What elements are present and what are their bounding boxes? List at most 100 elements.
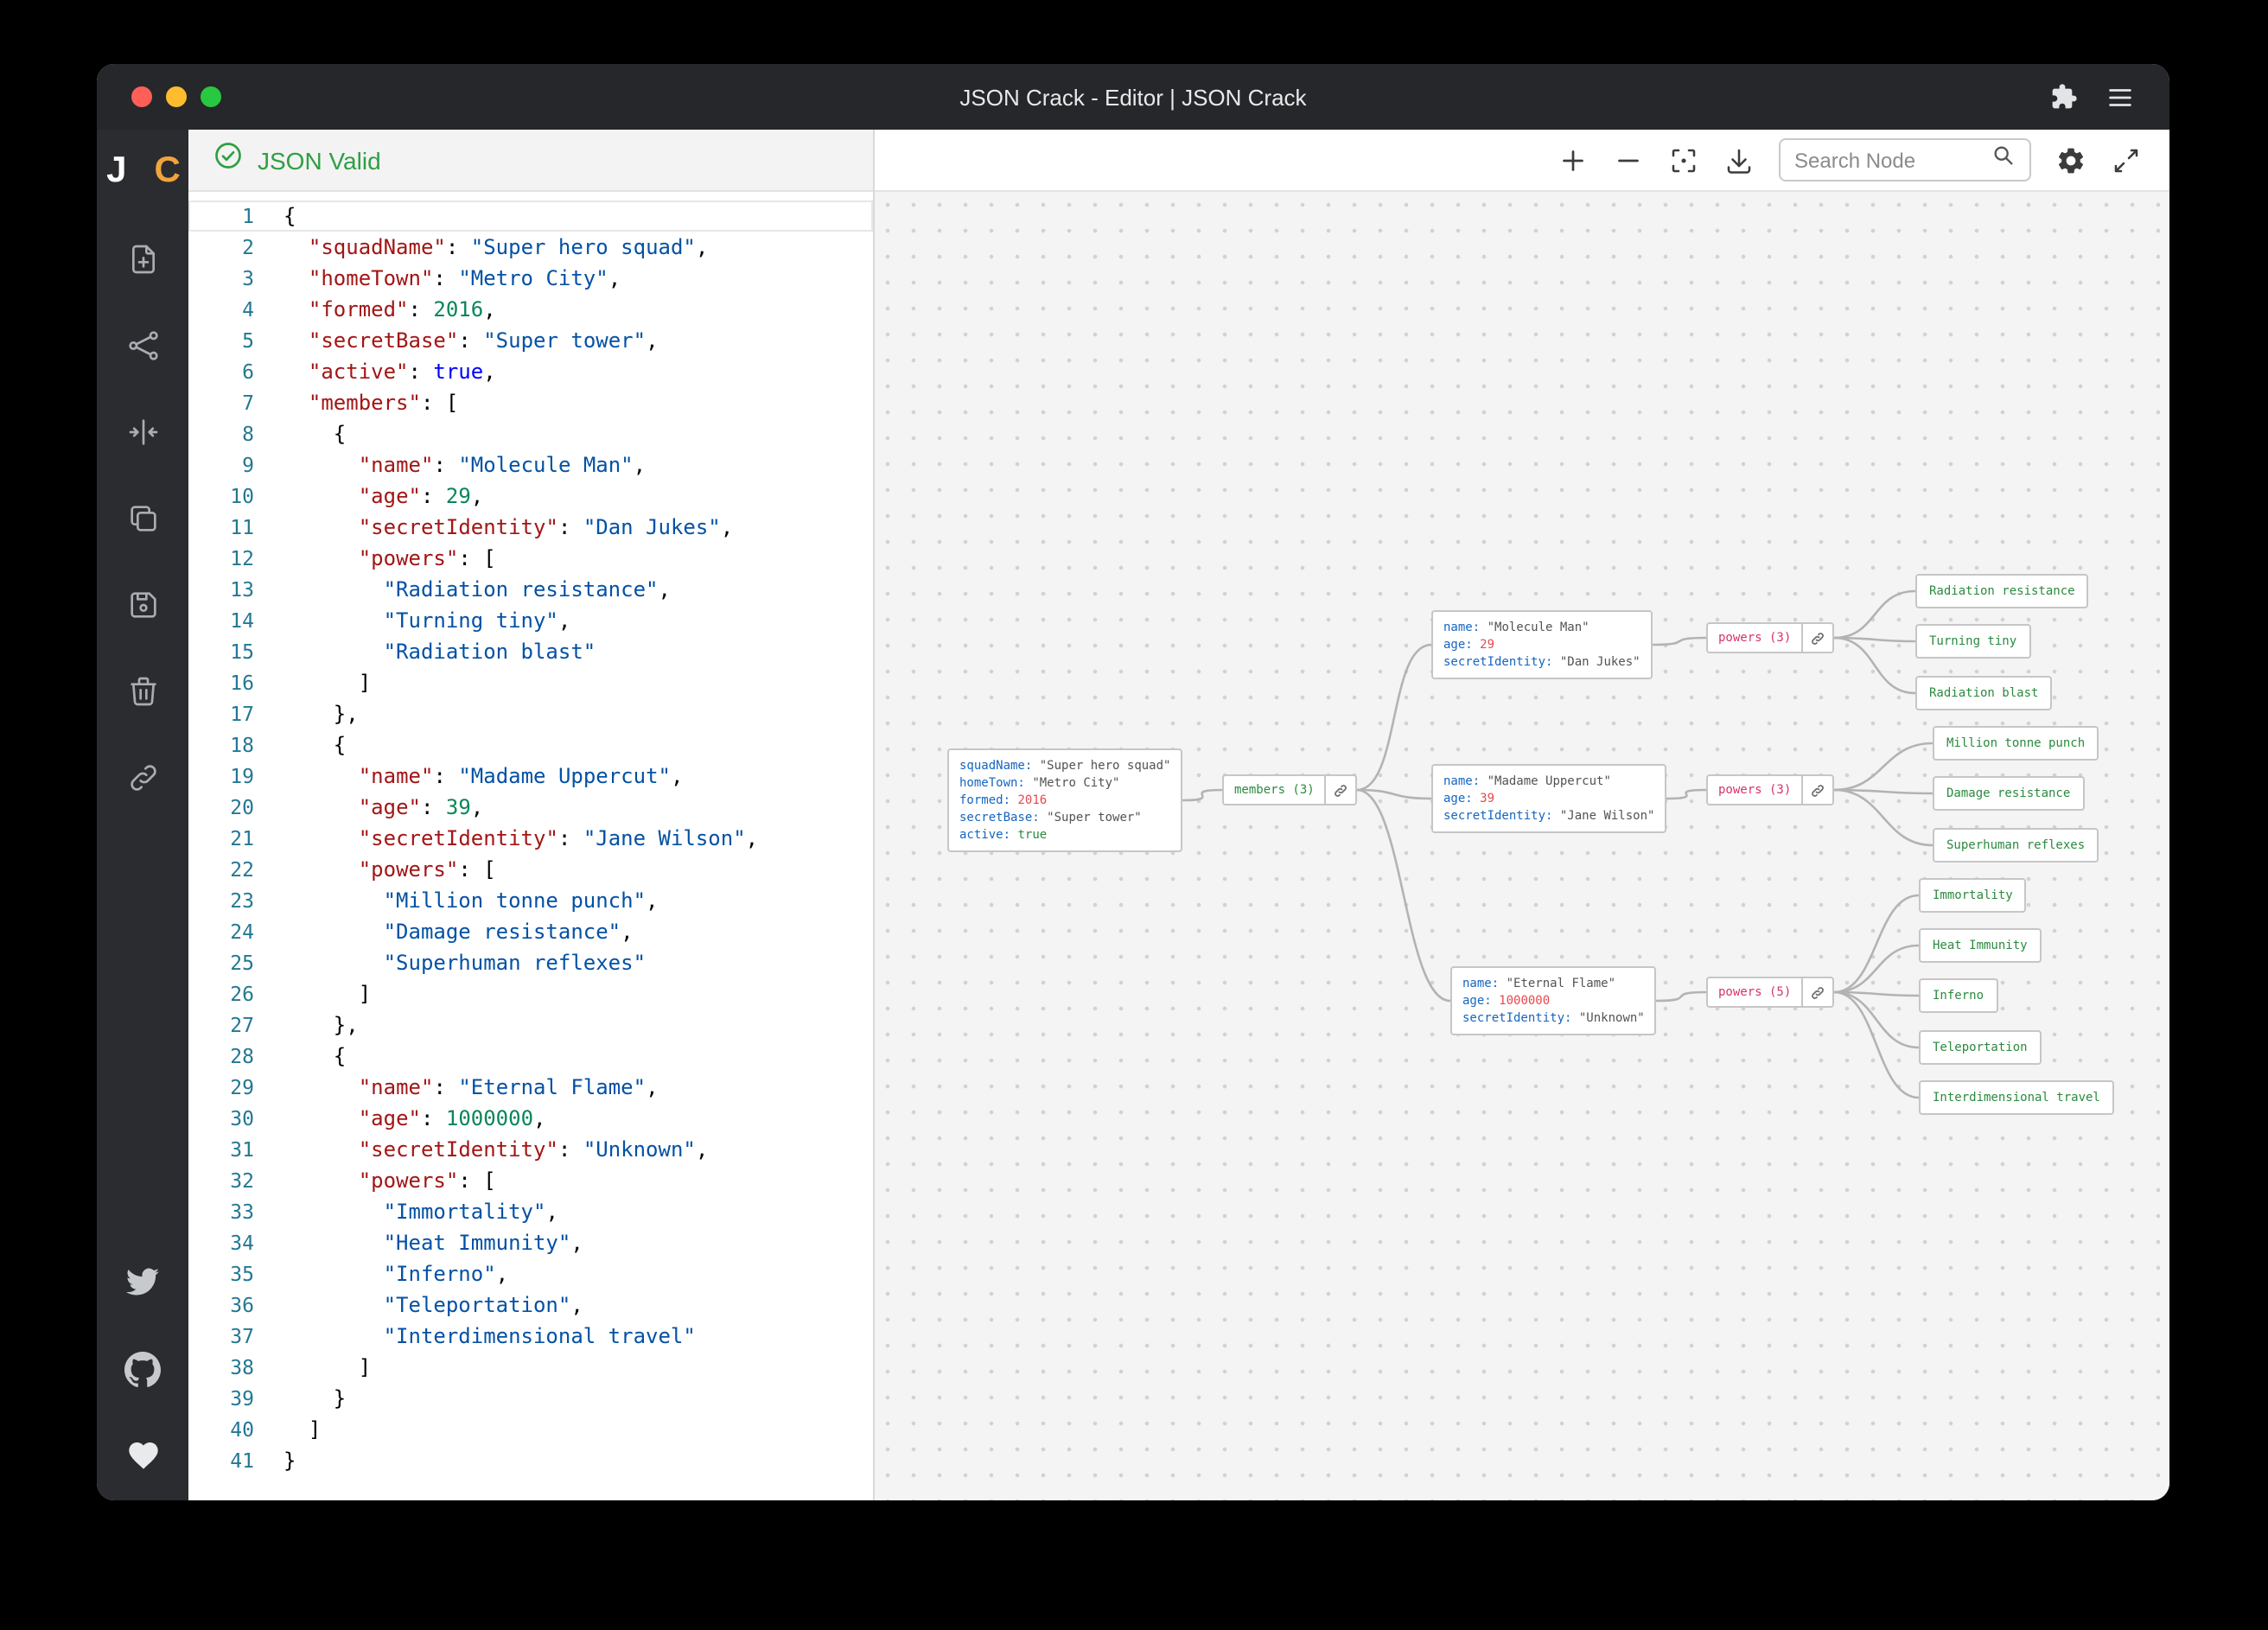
graph-view-icon[interactable] <box>125 328 160 363</box>
code-line[interactable]: 35 "Inferno", <box>188 1258 873 1289</box>
fullscreen-button[interactable] <box>2111 144 2142 175</box>
code-line[interactable]: 9 "name": "Molecule Man", <box>188 449 873 481</box>
extensions-puzzle-icon[interactable] <box>2050 83 2078 111</box>
code-line[interactable]: 12 "powers": [ <box>188 543 873 574</box>
code-line[interactable]: 8 { <box>188 418 873 449</box>
sponsor-heart-icon[interactable] <box>125 1438 160 1473</box>
center-view-button[interactable] <box>1668 144 1699 175</box>
graph-node-l3c[interactable]: Inferno <box>1919 978 1997 1013</box>
code-line[interactable]: 5 "secretBase": "Super tower", <box>188 325 873 356</box>
minimize-button[interactable] <box>166 86 187 107</box>
graph-node-root[interactable]: squadName: "Super hero squad"homeTown: "… <box>947 748 1182 852</box>
graph-node-l2a[interactable]: Million tonne punch <box>1933 726 2099 761</box>
copy-icon[interactable] <box>125 501 160 536</box>
code-line[interactable]: 4 "formed": 2016, <box>188 294 873 325</box>
graph-node-l2b[interactable]: Damage resistance <box>1933 776 2084 811</box>
code-line[interactable]: 20 "age": 39, <box>188 792 873 823</box>
graph-node-l1a[interactable]: Radiation resistance <box>1915 574 2089 608</box>
save-icon[interactable] <box>125 588 160 622</box>
graph-node-l3e[interactable]: Interdimensional travel <box>1919 1080 2114 1115</box>
node-link-icon[interactable] <box>1801 776 1832 804</box>
graph-node-l1c[interactable]: Radiation blast <box>1915 676 2052 710</box>
code-line[interactable]: 19 "name": "Madame Uppercut", <box>188 761 873 792</box>
code-line[interactable]: 31 "secretIdentity": "Unknown", <box>188 1134 873 1165</box>
code-line[interactable]: 11 "secretIdentity": "Dan Jukes", <box>188 512 873 543</box>
graph-node-m1[interactable]: name: "Molecule Man"age: 29secretIdentit… <box>1431 610 1653 679</box>
code-line[interactable]: 16 ] <box>188 667 873 698</box>
code-line[interactable]: 36 "Teleportation", <box>188 1289 873 1321</box>
code-line[interactable]: 17 }, <box>188 698 873 729</box>
graph-node-l1b[interactable]: Turning tiny <box>1915 624 2030 659</box>
share-link-icon[interactable] <box>125 761 160 795</box>
line-number: 13 <box>188 574 254 605</box>
line-number: 27 <box>188 1009 254 1041</box>
code-line[interactable]: 27 }, <box>188 1009 873 1041</box>
zoom-out-button[interactable] <box>1613 144 1644 175</box>
code-line[interactable]: 34 "Heat Immunity", <box>188 1227 873 1258</box>
code-line[interactable]: 15 "Radiation blast" <box>188 636 873 667</box>
download-button[interactable] <box>1723 144 1755 175</box>
code-line[interactable]: 6 "active": true, <box>188 356 873 387</box>
line-number: 11 <box>188 512 254 543</box>
menu-button[interactable] <box>2106 82 2135 111</box>
code-line[interactable]: 25 "Superhuman reflexes" <box>188 947 873 978</box>
app-window: JSON Crack - Editor | JSON Crack JC <box>97 64 2169 1500</box>
twitter-icon[interactable] <box>126 1265 159 1300</box>
search-icon[interactable] <box>1991 143 2016 176</box>
graph-node-p2[interactable]: powers (3) <box>1706 774 1834 805</box>
code-line[interactable]: 38 ] <box>188 1352 873 1383</box>
line-number: 30 <box>188 1103 254 1134</box>
graph-node-l3a[interactable]: Immortality <box>1919 878 2027 913</box>
code-line[interactable]: 26 ] <box>188 978 873 1009</box>
fold-width-icon[interactable] <box>125 415 160 449</box>
zoom-in-button[interactable] <box>1558 144 1589 175</box>
delete-icon[interactable] <box>125 674 160 709</box>
code-line[interactable]: 40 ] <box>188 1414 873 1445</box>
line-number: 22 <box>188 854 254 885</box>
code-line[interactable]: 22 "powers": [ <box>188 854 873 885</box>
code-line[interactable]: 30 "age": 1000000, <box>188 1103 873 1134</box>
app-logo[interactable]: JC <box>106 150 179 192</box>
code-line[interactable]: 41} <box>188 1445 873 1476</box>
line-number: 5 <box>188 325 254 356</box>
code-line[interactable]: 21 "secretIdentity": "Jane Wilson", <box>188 823 873 854</box>
search-node-input[interactable] <box>1794 148 1981 172</box>
graph-canvas[interactable]: squadName: "Super hero squad"homeTown: "… <box>875 192 2169 1500</box>
search-node-box <box>1779 138 2031 181</box>
code-line[interactable]: 14 "Turning tiny", <box>188 605 873 636</box>
code-line[interactable]: 33 "Immortality", <box>188 1196 873 1227</box>
new-document-icon[interactable] <box>125 242 160 277</box>
graph-node-l3b[interactable]: Heat Immunity <box>1919 928 2042 963</box>
graph-node-members[interactable]: members (3) <box>1222 774 1358 805</box>
code-line[interactable]: 7 "members": [ <box>188 387 873 418</box>
node-link-icon[interactable] <box>1801 624 1832 652</box>
node-link-icon[interactable] <box>1801 978 1832 1006</box>
graph-node-p3[interactable]: powers (5) <box>1706 977 1834 1008</box>
code-line[interactable]: 37 "Interdimensional travel" <box>188 1321 873 1352</box>
graph-node-l2c[interactable]: Superhuman reflexes <box>1933 828 2099 863</box>
code-line[interactable]: 10 "age": 29, <box>188 481 873 512</box>
code-line[interactable]: 18 { <box>188 729 873 761</box>
graph-node-m2[interactable]: name: "Madame Uppercut"age: 39secretIden… <box>1431 764 1666 833</box>
code-line[interactable]: 1{ <box>188 201 873 232</box>
code-line[interactable]: 39 } <box>188 1383 873 1414</box>
settings-gear-icon[interactable] <box>2055 144 2086 175</box>
code-line[interactable]: 13 "Radiation resistance", <box>188 574 873 605</box>
code-line[interactable]: 28 { <box>188 1041 873 1072</box>
graph-node-p1[interactable]: powers (3) <box>1706 622 1834 653</box>
code-line[interactable]: 32 "powers": [ <box>188 1165 873 1196</box>
line-number: 1 <box>188 201 254 232</box>
code-line[interactable]: 24 "Damage resistance", <box>188 916 873 947</box>
code-line[interactable]: 23 "Million tonne punch", <box>188 885 873 916</box>
node-link-icon[interactable] <box>1325 776 1356 804</box>
code-line[interactable]: 29 "name": "Eternal Flame", <box>188 1072 873 1103</box>
json-editor[interactable]: 1{2 "squadName": "Super hero squad",3 "h… <box>188 192 873 1500</box>
code-line[interactable]: 2 "squadName": "Super hero squad", <box>188 232 873 263</box>
zoom-button[interactable] <box>201 86 221 107</box>
graph-node-m3[interactable]: name: "Eternal Flame"age: 1000000secretI… <box>1450 966 1657 1035</box>
code-line[interactable]: 3 "homeTown": "Metro City", <box>188 263 873 294</box>
close-button[interactable] <box>131 86 152 107</box>
graph-node-l3d[interactable]: Teleportation <box>1919 1030 2042 1065</box>
titlebar: JSON Crack - Editor | JSON Crack <box>97 64 2169 130</box>
github-icon[interactable] <box>124 1352 161 1386</box>
